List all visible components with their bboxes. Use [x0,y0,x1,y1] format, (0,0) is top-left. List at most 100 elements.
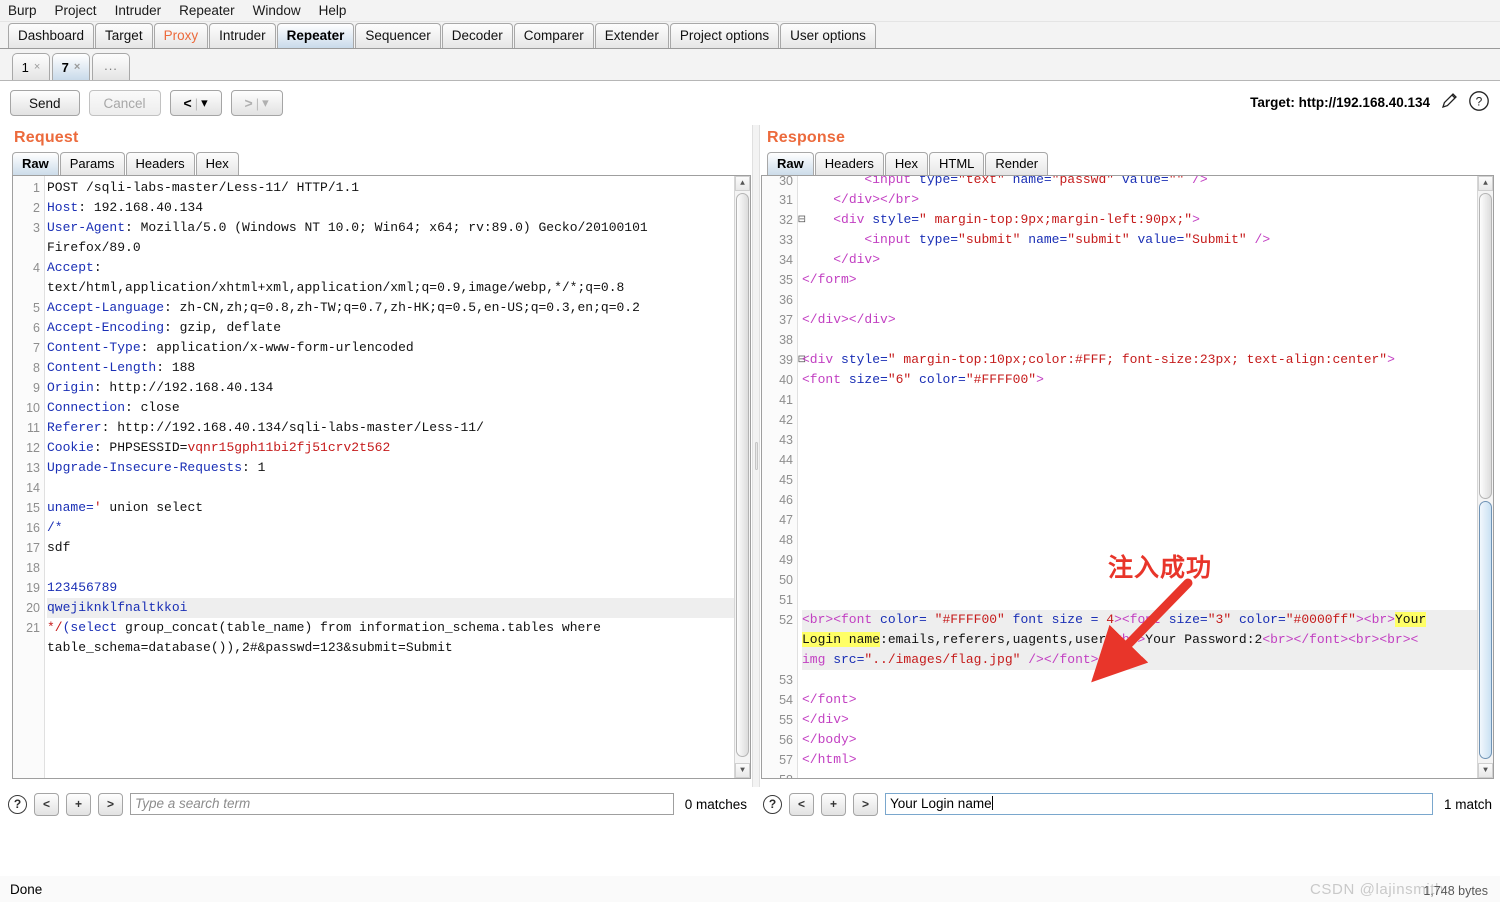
request-tab-headers[interactable]: Headers [125,152,195,175]
tab-dashboard[interactable]: Dashboard [8,23,95,48]
scroll-up-icon[interactable]: ▲ [1478,176,1493,191]
code-line: uname=' union select [47,498,734,518]
line-number: 53 [779,673,793,687]
code-token: Connection [47,400,126,415]
scrollbar-thumb[interactable] [736,193,749,757]
line-number: 47 [779,513,793,527]
scroll-down-icon[interactable]: ▼ [1478,763,1493,778]
response-tab-headers[interactable]: Headers [814,152,884,175]
code-token: : [93,260,102,275]
line-number: 50 [779,573,793,587]
close-icon[interactable]: × [74,61,80,73]
status-bar: Done CSDN @lajinsmith 1,748 bytes [0,876,1500,902]
line-number: 7 [33,341,40,355]
code-token: "../images/flag.jpg" [864,652,1021,667]
response-tab-html[interactable]: HTML [929,152,985,175]
search-prev-button[interactable]: < [789,792,814,816]
search-next-button[interactable]: > [98,792,123,816]
code-token: src= [825,652,865,667]
request-tab-params[interactable]: Params [59,152,125,175]
response-tab-hex[interactable]: Hex [884,152,928,175]
scrollbar-track-thumb[interactable] [1479,193,1492,499]
search-add-button[interactable]: + [66,792,91,816]
forward-button[interactable]: > | ▾ [230,90,283,116]
search-add-button[interactable]: + [821,792,846,816]
code-line: Connection: close [47,398,734,418]
tab-user-options[interactable]: User options [780,23,876,48]
menu-item-repeater[interactable]: Repeater [177,2,237,19]
code-line: Cookie: PHPSESSID=vqnr15gph11bi2fj51crv2… [47,438,734,458]
line-number: 10 [26,401,40,415]
response-editor[interactable]: 30 31 32 33 34 35 36 37 38 39 40 41 42 43 44 45 46 47 48 49… [761,175,1494,779]
response-tab-render[interactable]: Render [985,152,1049,175]
response-scrollbar[interactable]: ▲ ▼ [1477,176,1493,778]
menu-item-window[interactable]: Window [251,2,303,19]
help-icon[interactable]: ? [763,794,782,814]
back-button[interactable]: < | ▾ [169,90,222,116]
menu-item-project[interactable]: Project [53,2,99,19]
search-next-button[interactable]: > [853,792,878,816]
response-code[interactable]: <input type="text" name="passwd" value="… [802,175,1477,778]
tab-extender[interactable]: Extender [594,23,669,48]
code-line: <br><font color= "#FFFF00" font size = 4… [802,610,1477,630]
line-number: 1 [33,181,40,195]
code-token: size= [841,372,888,387]
tab-comparer[interactable]: Comparer [513,23,594,48]
code-token: : gzip, deflate [164,320,282,335]
repeater-tab-7[interactable]: 7 × [52,53,90,80]
repeater-tab-moremoremore[interactable]: ... [92,53,130,80]
repeater-tab-1[interactable]: 1 × [12,53,50,80]
tab-proxy[interactable]: Proxy [153,23,209,48]
scroll-down-icon[interactable]: ▼ [735,763,750,778]
line-number: 49 [779,553,793,567]
close-icon[interactable]: × [34,61,40,73]
code-token: <input [864,232,912,247]
scroll-up-icon[interactable]: ▲ [735,176,750,191]
tab-intruder[interactable]: Intruder [209,23,276,48]
response-match-count: 1 match [1443,796,1492,812]
response-tab-raw[interactable]: Raw [767,152,814,175]
code-token: type= [911,232,959,247]
request-scrollbar[interactable]: ▲ ▼ [734,176,750,778]
response-search-input[interactable]: Your Login name [885,793,1433,815]
menu-item-help[interactable]: Help [317,2,349,19]
request-search-input[interactable]: Type a search term [130,793,674,815]
code-line: qwejiknklfnaltkkoi [47,598,734,618]
menu-item-burp[interactable]: Burp [6,2,39,19]
menu-item-intruder[interactable]: Intruder [113,2,164,19]
line-number: 40 [779,373,793,387]
request-code[interactable]: POST /sqli-labs-master/Less-11/ HTTP/1.1… [47,176,734,778]
response-title: Response [767,129,846,146]
back-arrow-icon: < [183,95,192,111]
code-token: name= [1004,175,1052,187]
tab-sequencer[interactable]: Sequencer [355,23,441,48]
tab-decoder[interactable]: Decoder [441,23,513,48]
tab-project-options[interactable]: Project options [669,23,780,48]
pencil-icon[interactable] [1439,91,1459,114]
send-button[interactable]: Send [10,90,80,116]
help-icon[interactable]: ? [8,794,27,814]
tab-target[interactable]: Target [95,23,153,48]
line-number: 18 [26,561,40,575]
code-token: : application/x-www-form-urlencoded [140,340,414,355]
help-icon[interactable]: ? [1468,90,1490,115]
request-tab-raw[interactable]: Raw [12,152,59,175]
menu-bar: Burp Project Intruder Repeater Window Help [0,0,1500,22]
search-prev-button[interactable]: < [34,792,59,816]
line-number: 14 [26,481,40,495]
code-line: Login name:emails,referers,uagents,users… [802,630,1477,650]
code-token: sdf [47,540,71,555]
tab-repeater[interactable]: Repeater [276,23,355,48]
code-token: /> [1184,175,1208,187]
request-editor[interactable]: 1 2 3 4 5 6 7 8 9 10 11 12 13 14 15 16 17 18 19 20 21 POST /… [12,175,751,779]
scrollbar-thumb[interactable] [1479,501,1492,759]
code-line: <font size="6" color="#FFFF00"> [802,370,1477,390]
code-token: /> [1020,652,1044,667]
request-tab-hex[interactable]: Hex [195,152,239,175]
code-line: </div> [802,710,1477,730]
code-line: Accept: [47,258,734,278]
